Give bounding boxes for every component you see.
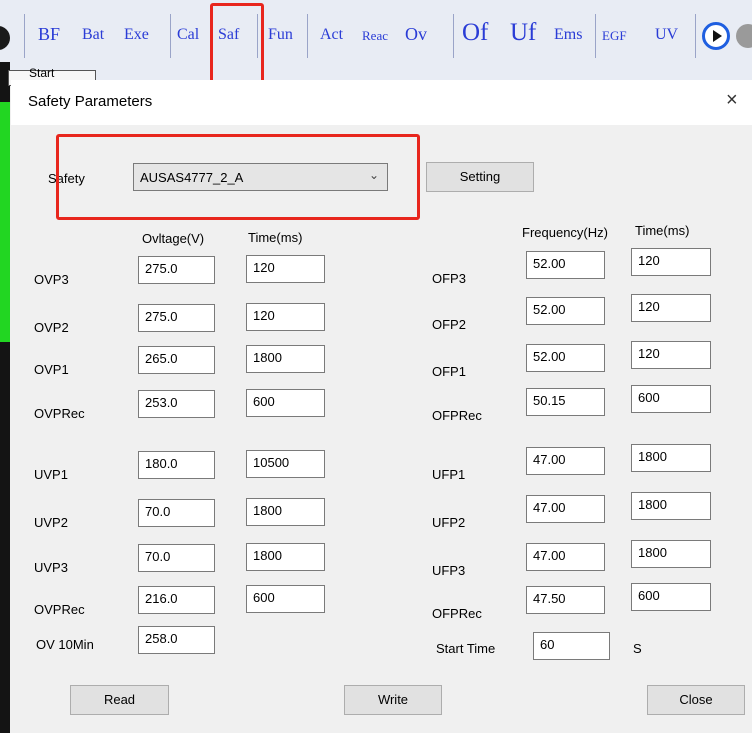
toolbar-act-button[interactable]: Act <box>320 26 343 44</box>
toolbar-separator <box>170 14 171 58</box>
toolbar-bat-button[interactable]: Bat <box>82 26 104 44</box>
safety-label: Safety <box>48 171 85 186</box>
close-icon[interactable]: × <box>726 89 738 112</box>
toolbar-uv-button[interactable]: UV <box>655 26 678 44</box>
voltage-row-label: UVP1 <box>34 467 68 482</box>
setting-button[interactable]: Setting <box>426 162 534 192</box>
frequency-row-label: UFP2 <box>432 515 466 530</box>
play-icon[interactable] <box>702 22 730 50</box>
voltage-row-label: OVPRec <box>34 406 85 421</box>
frequency-input[interactable]: 47.00 <box>526 543 605 571</box>
frequency-input[interactable]: 47.50 <box>526 586 605 614</box>
frequency-input[interactable]: 50.15 <box>526 388 605 416</box>
voltage-row-label: OVP1 <box>34 362 69 377</box>
voltage-input[interactable]: 265.0 <box>138 346 215 374</box>
frequency-time-input[interactable]: 120 <box>631 341 711 369</box>
toolbar-cal-button[interactable]: Cal <box>177 26 199 44</box>
toolbar-ems-button[interactable]: Ems <box>554 26 582 44</box>
saf-highlight-box <box>210 3 264 88</box>
status-bar-green <box>0 102 10 342</box>
toolbar-exe-button[interactable]: Exe <box>124 26 149 44</box>
time-header-right: Time(ms) <box>635 223 690 238</box>
ov10min-label: OV 10Min <box>36 637 94 652</box>
frequency-row-label: UFP1 <box>432 467 466 482</box>
safety-parameters-dialog: Safety Parameters × Safety AUSAS4777_2_A… <box>11 80 752 733</box>
ov10min-input[interactable]: 258.0 <box>138 626 215 654</box>
voltage-time-input[interactable]: 1800 <box>246 498 325 526</box>
voltage-row-label: UVP3 <box>34 560 68 575</box>
toolbar-separator <box>210 14 211 58</box>
safety-dropdown[interactable]: AUSAS4777_2_A ⌄ <box>133 163 388 191</box>
frequency-time-input[interactable]: 600 <box>631 583 711 611</box>
frequency-row-label: UFP3 <box>432 563 466 578</box>
start-time-unit: S <box>633 641 642 656</box>
frequency-time-input[interactable]: 120 <box>631 294 711 322</box>
toolbar-egf-button[interactable]: EGF <box>602 28 627 44</box>
stop-icon[interactable] <box>736 24 752 48</box>
time-header-left: Time(ms) <box>248 230 303 245</box>
voltage-time-input[interactable]: 10500 <box>246 450 325 478</box>
voltage-time-input[interactable]: 120 <box>246 303 325 331</box>
frequency-input[interactable]: 52.00 <box>526 251 605 279</box>
write-button[interactable]: Write <box>344 685 442 715</box>
toolbar-ov-button[interactable]: Ov <box>405 24 427 45</box>
frequency-row-label: OFP1 <box>432 364 466 379</box>
background-app-strip <box>0 62 10 733</box>
dialog-title: Safety Parameters <box>28 93 153 110</box>
voltage-time-input[interactable]: 600 <box>246 389 325 417</box>
frequency-input[interactable]: 52.00 <box>526 297 605 325</box>
voltage-input[interactable]: 216.0 <box>138 586 215 614</box>
frequency-time-input[interactable]: 1800 <box>631 444 711 472</box>
frequency-input[interactable]: 52.00 <box>526 344 605 372</box>
frequency-header: Frequency(Hz) <box>522 225 608 240</box>
frequency-time-input[interactable]: 1800 <box>631 540 711 568</box>
toolbar-saf-button[interactable]: Saf <box>218 26 239 44</box>
voltage-input[interactable]: 253.0 <box>138 390 215 418</box>
frequency-input[interactable]: 47.00 <box>526 447 605 475</box>
frequency-row-label: OFPRec <box>432 408 482 423</box>
toolbar-of-button[interactable]: Of <box>462 19 488 47</box>
frequency-time-input[interactable]: 120 <box>631 248 711 276</box>
toolbar-fun-button[interactable]: Fun <box>268 26 293 44</box>
voltage-row-label: OVP2 <box>34 320 69 335</box>
voltage-input[interactable]: 70.0 <box>138 499 215 527</box>
frequency-row-label: OFPRec <box>432 606 482 621</box>
close-button[interactable]: Close <box>647 685 745 715</box>
toolbar-separator <box>595 14 596 58</box>
voltage-input[interactable]: 180.0 <box>138 451 215 479</box>
safety-dropdown-value: AUSAS4777_2_A <box>140 170 244 185</box>
toolbar-reac-button[interactable]: Reac <box>362 28 388 44</box>
frequency-time-input[interactable]: 600 <box>631 385 711 413</box>
start-time-label: Start Time <box>436 641 496 656</box>
toolbar-uf-button[interactable]: Uf <box>510 19 536 47</box>
voltage-time-input[interactable]: 120 <box>246 255 325 283</box>
toolbar-separator <box>257 14 258 58</box>
record-icon[interactable] <box>0 26 10 50</box>
dialog-titlebar: Safety Parameters × <box>11 80 752 125</box>
toolbar-separator <box>453 14 454 58</box>
toolbar-separator <box>307 14 308 58</box>
chevron-down-icon: ⌄ <box>369 168 380 182</box>
voltage-row-label: OVPRec <box>34 602 85 617</box>
voltage-time-input[interactable]: 1800 <box>246 543 325 571</box>
read-button[interactable]: Read <box>70 685 169 715</box>
background-tab-label: Start <box>29 66 55 80</box>
voltage-row-label: UVP2 <box>34 515 68 530</box>
toolbar-separator <box>695 14 696 58</box>
toolbar-bf-button[interactable]: BF <box>38 24 60 45</box>
toolbar-separator <box>24 14 25 58</box>
frequency-row-label: OFP2 <box>432 317 466 332</box>
voltage-input[interactable]: 275.0 <box>138 304 215 332</box>
toolbar: BF Bat Exe Cal Saf Fun Act Reac Ov Of Uf… <box>0 0 752 88</box>
voltage-row-label: OVP3 <box>34 272 69 287</box>
frequency-input[interactable]: 47.00 <box>526 495 605 523</box>
voltage-input[interactable]: 275.0 <box>138 256 215 284</box>
frequency-row-label: OFP3 <box>432 271 466 286</box>
voltage-header: Ovltage(V) <box>142 231 205 246</box>
voltage-time-input[interactable]: 600 <box>246 585 325 613</box>
start-time-input[interactable]: 60 <box>533 632 610 660</box>
voltage-time-input[interactable]: 1800 <box>246 345 325 373</box>
voltage-input[interactable]: 70.0 <box>138 544 215 572</box>
frequency-time-input[interactable]: 1800 <box>631 492 711 520</box>
